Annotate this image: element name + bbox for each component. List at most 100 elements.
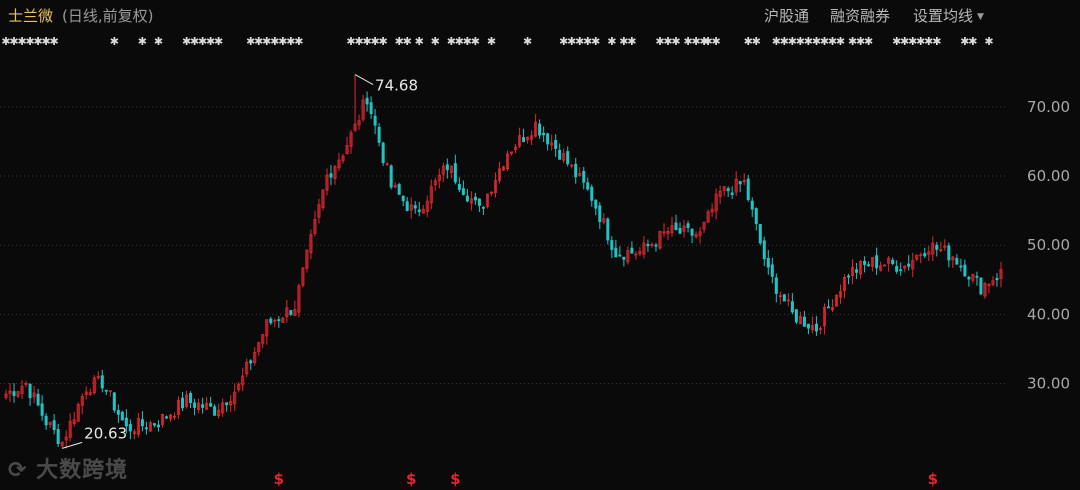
candle-body (397, 183, 401, 195)
grid-lines (0, 106, 1005, 385)
candle-body (56, 429, 60, 444)
candle-body (473, 196, 477, 201)
candle-body (847, 275, 851, 278)
candle-body (28, 384, 32, 398)
candle-body (249, 360, 253, 364)
candle-body (594, 199, 598, 209)
price-annotation: 20.63 (84, 424, 127, 442)
candle-body (144, 427, 148, 430)
candle-body (746, 178, 750, 200)
candle-body (546, 133, 550, 145)
event-markers: ✱✱✱✱✱✱✱ ✱ ✱ ✱ ✱✱✱✱✱ ✱✱✱✱✱✱✱ ✱✱✱✱✱ ✱✱ ✱ ✱ ✱✱✱✱ ✱ ✱ ✱✱✱… (1, 35, 993, 48)
candle-body (365, 97, 369, 105)
candle-body (213, 406, 217, 416)
candle-body (289, 310, 293, 315)
candle-body (967, 276, 971, 280)
candle-body (36, 393, 40, 406)
candle-body (574, 163, 578, 178)
candle-body (413, 205, 417, 209)
candle-body (618, 254, 622, 257)
event-marker: ✱ (627, 35, 636, 48)
candle-body (814, 323, 818, 332)
candle-body (277, 319, 281, 321)
event-marker: ✱ (836, 35, 845, 48)
candle-body (44, 415, 48, 426)
y-tick-label: 60.00 (1027, 167, 1070, 185)
dividend-markers: $ $ $ $ (274, 470, 938, 488)
candle-body (582, 171, 586, 183)
dividend-marker: $ (450, 470, 460, 488)
candle-body (754, 208, 758, 225)
candle-body (445, 164, 449, 171)
event-marker: ✱ (154, 35, 163, 48)
candle-body (112, 392, 116, 411)
candle-body (975, 275, 979, 278)
candle-body (766, 257, 770, 268)
candle-body (481, 206, 485, 209)
annotation-arrow (62, 441, 83, 449)
candle-body (730, 192, 734, 196)
candle-body (152, 423, 156, 426)
y-tick-label: 50.00 (1027, 236, 1070, 254)
candle-body (120, 411, 124, 421)
candle-body (554, 139, 558, 149)
candlestick-chart[interactable]: 30.0040.0050.0060.0070.00 ✱✱✱✱✱✱✱ ✱ ✱ ✱ ✱✱✱✱… (0, 0, 1080, 490)
event-marker: ✱ (752, 35, 761, 48)
candle-body (923, 253, 927, 257)
event-marker: ✱ (523, 35, 532, 48)
candle-body (995, 277, 999, 281)
event-marker: ✱ (431, 35, 440, 48)
candle-body (405, 201, 409, 211)
dividend-marker: $ (406, 470, 416, 488)
candle-body (590, 186, 594, 201)
candle-body (598, 205, 602, 223)
candle-body (875, 255, 879, 269)
candle-body (329, 173, 333, 178)
candle-body (558, 149, 562, 160)
candle-body (614, 247, 618, 258)
y-tick-label: 40.00 (1027, 305, 1070, 323)
candle-body (201, 404, 205, 408)
candle-body (369, 102, 373, 115)
candle-body (955, 258, 959, 265)
event-marker: ✱ (487, 35, 496, 48)
price-annotations: 74.68 20.63 (62, 74, 418, 449)
candle-body (606, 218, 610, 241)
event-marker: ✱ (864, 35, 873, 48)
candle-body (790, 301, 794, 313)
y-axis: 30.00 40.00 50.00 60.00 70.00 (1027, 98, 1070, 393)
candle-body (40, 403, 44, 416)
candle-body (806, 323, 810, 329)
candle-body (52, 420, 56, 430)
candle-body (738, 181, 742, 185)
candle-body (461, 188, 465, 195)
candle-body (826, 306, 830, 309)
candle-body (453, 163, 457, 183)
candle-body (377, 126, 381, 143)
candle-body (654, 244, 658, 247)
event-marker: ✱ (415, 35, 424, 48)
watermark-text: 大数跨境 (36, 458, 129, 483)
candle-body (630, 247, 634, 254)
event-marker: ✱ (50, 35, 59, 48)
event-marker: ✱ (984, 35, 993, 48)
candle-body (209, 403, 213, 407)
candle-body (12, 391, 16, 397)
candle-body (935, 244, 939, 250)
candle-body (907, 263, 911, 267)
candle-body (802, 316, 806, 327)
candle-body (189, 393, 193, 403)
price-annotation: 74.68 (375, 77, 418, 95)
candle-body (522, 137, 526, 142)
candle-body (855, 269, 859, 273)
candle-body (164, 416, 168, 419)
candle-body (622, 256, 626, 260)
event-marker: ✱ (607, 35, 616, 48)
candle-body (381, 142, 385, 164)
candle-body (947, 245, 951, 261)
candle-body (867, 264, 871, 267)
candle-body (566, 151, 570, 165)
annotation-arrow (354, 74, 374, 85)
candle-body (128, 424, 132, 432)
dividend-marker: $ (928, 470, 938, 488)
